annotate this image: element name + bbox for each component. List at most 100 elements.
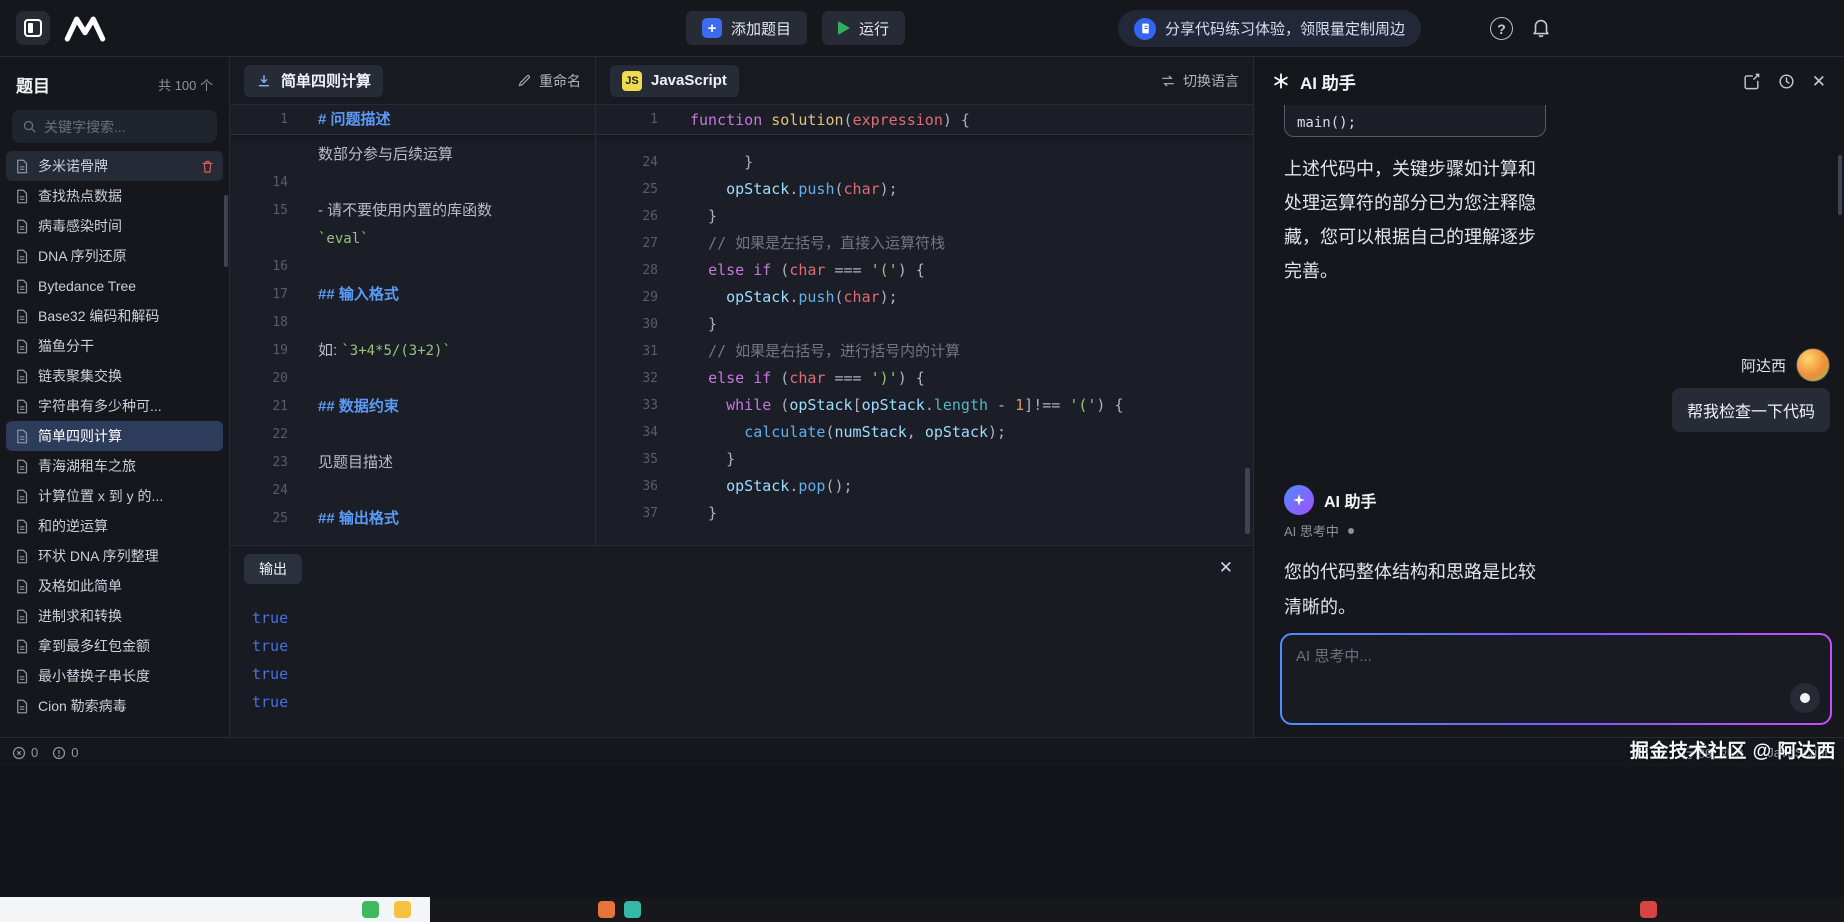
ai-scrollbar[interactable]: [1838, 155, 1842, 215]
sidebar-item-3[interactable]: DNA 序列还原: [6, 241, 223, 271]
editor-line[interactable]: 28 else if (char === '(') {: [596, 257, 1253, 284]
warning-count[interactable]: 0: [52, 745, 78, 760]
editor-line[interactable]: 25## 输出格式: [230, 505, 595, 533]
editor-scrollbar[interactable]: [1245, 468, 1250, 534]
editor-line[interactable]: 1function solution(expression) {: [596, 105, 1253, 135]
sidebar-item-13[interactable]: 环状 DNA 序列整理: [6, 541, 223, 571]
sidebar-item-10[interactable]: 青海湖租车之旅: [6, 451, 223, 481]
line-content: function solution(expression) {: [690, 105, 970, 134]
description-editor[interactable]: 1# 问题描述 数部分参与后续运算1415- 请不要使用内置的库函数`eval`…: [230, 105, 595, 545]
sidebar-item-1[interactable]: 查找热点数据: [6, 181, 223, 211]
marscode-logo[interactable]: [64, 15, 106, 42]
sidebar-item-14[interactable]: 及格如此简单: [6, 571, 223, 601]
rename-button[interactable]: 重命名: [517, 71, 581, 91]
page-background: [0, 767, 1844, 897]
sidebar-item-17[interactable]: 最小替换子串长度: [6, 661, 223, 691]
taskbar-icon[interactable]: [362, 901, 379, 918]
sidebar-item-15[interactable]: 进制求和转换: [6, 601, 223, 631]
problem-label: 及格如此简单: [38, 576, 122, 596]
snippet-code: main();: [1297, 115, 1356, 131]
stop-generating-button[interactable]: [1790, 683, 1820, 713]
close-icon[interactable]: ✕: [1219, 559, 1233, 576]
editor-line[interactable]: 19如: `3+4*5/(3+2)`: [230, 337, 595, 365]
search-box[interactable]: [12, 110, 217, 143]
sidebar-item-18[interactable]: Cion 勒索病毒: [6, 691, 223, 721]
sidebar-item-0[interactable]: 多米诺骨牌: [6, 151, 223, 181]
editor-line[interactable]: 21## 数据约束: [230, 393, 595, 421]
editor-line[interactable]: `eval`: [230, 225, 595, 253]
help-icon[interactable]: ?: [1490, 17, 1513, 40]
editor-line[interactable]: 23见题目描述: [230, 449, 595, 477]
editor-line[interactable]: 24 }: [596, 149, 1253, 176]
code-editor-header: JS JavaScript 切换语言: [596, 57, 1253, 105]
editor-line[interactable]: 14: [230, 169, 595, 197]
editor-line[interactable]: 30 }: [596, 311, 1253, 338]
delete-icon[interactable]: [200, 159, 215, 174]
run-label: 运行: [859, 18, 889, 39]
code-editor[interactable]: 1function solution(expression) { 24 }25 …: [596, 105, 1253, 545]
problem-title-chip[interactable]: 简单四则计算: [244, 65, 383, 97]
sidebar-item-9[interactable]: 简单四则计算: [6, 421, 223, 451]
promo-banner[interactable]: 分享代码练习体验，领限量定制周边: [1118, 10, 1421, 47]
error-count-value: 0: [31, 745, 38, 760]
switch-language-button[interactable]: 切换语言: [1160, 71, 1239, 91]
editor-line[interactable]: 16: [230, 253, 595, 281]
editor-line[interactable]: 35 }: [596, 446, 1253, 473]
sidebar-item-7[interactable]: 链表聚集交换: [6, 361, 223, 391]
sidebar-item-11[interactable]: 计算位置 x 到 y 的...: [6, 481, 223, 511]
editor-line[interactable]: 37 }: [596, 500, 1253, 527]
download-icon: [256, 73, 272, 89]
problem-label: Cion 勒索病毒: [38, 696, 127, 716]
editor-line[interactable]: 33 while (opStack[opStack.length - 1]!==…: [596, 392, 1253, 419]
sidebar-item-8[interactable]: 字符串有多少种可...: [6, 391, 223, 421]
sidebar-item-6[interactable]: 猫鱼分干: [6, 331, 223, 361]
ai-chat-input[interactable]: [1296, 645, 1780, 713]
editor-line[interactable]: 17## 输入格式: [230, 281, 595, 309]
add-problem-button[interactable]: + 添加题目: [686, 11, 807, 45]
close-icon[interactable]: ✕: [1812, 73, 1826, 90]
editor-line[interactable]: 29 opStack.push(char);: [596, 284, 1253, 311]
editor-line[interactable]: 32 else if (char === ')') {: [596, 365, 1253, 392]
editor-line[interactable]: 34 calculate(numStack, opStack);: [596, 419, 1253, 446]
app-logo[interactable]: [16, 11, 50, 45]
error-count[interactable]: 0: [12, 745, 38, 760]
taskbar-icon[interactable]: [1640, 901, 1657, 918]
editor-line[interactable]: 27 // 如果是左括号，直接入运算符栈: [596, 230, 1253, 257]
editor-line[interactable]: 数部分参与后续运算: [230, 141, 595, 169]
editor-line[interactable]: 25 opStack.push(char);: [596, 176, 1253, 203]
sidebar-scrollbar[interactable]: [224, 195, 228, 267]
sidebar-item-4[interactable]: Bytedance Tree: [6, 271, 223, 301]
line-number: 24: [230, 477, 288, 505]
problem-label: 拿到最多红包金额: [38, 636, 150, 656]
output-panel: 输出 ✕ truetruetruetrue: [230, 545, 1253, 737]
language-tab[interactable]: JS JavaScript: [610, 65, 739, 97]
editor-line[interactable]: 36 opStack.pop();: [596, 473, 1253, 500]
editor-line[interactable]: 26 }: [596, 203, 1253, 230]
sidebar-item-5[interactable]: Base32 编码和解码: [6, 301, 223, 331]
editor-line[interactable]: 22: [230, 421, 595, 449]
editor-line[interactable]: 20: [230, 365, 595, 393]
sidebar-item-2[interactable]: 病毒感染时间: [6, 211, 223, 241]
status-bar: 0 0 行 89, 列 8 JavaScript: [0, 737, 1844, 767]
run-button[interactable]: 运行: [822, 11, 905, 45]
warning-icon: [52, 746, 66, 760]
sidebar-item-12[interactable]: 和的逆运算: [6, 511, 223, 541]
editor-line[interactable]: 18: [230, 309, 595, 337]
output-console: truetruetruetrue: [230, 592, 1253, 716]
taskbar-icon[interactable]: [624, 901, 641, 918]
watermark: 掘金技术社区 @ 阿达西: [1630, 739, 1836, 765]
line-content: }: [690, 500, 717, 527]
javascript-icon: JS: [622, 71, 642, 91]
notifications-icon[interactable]: [1530, 16, 1552, 38]
editor-line[interactable]: 1# 问题描述: [230, 105, 595, 135]
taskbar-icon[interactable]: [598, 901, 615, 918]
taskbar-icon[interactable]: [394, 901, 411, 918]
output-tab[interactable]: 输出: [244, 554, 302, 584]
editor-line[interactable]: 15- 请不要使用内置的库函数: [230, 197, 595, 225]
editor-line[interactable]: 24: [230, 477, 595, 505]
new-chat-icon[interactable]: [1742, 72, 1761, 91]
search-input[interactable]: [44, 119, 207, 135]
sidebar-item-16[interactable]: 拿到最多红包金额: [6, 631, 223, 661]
history-icon[interactable]: [1777, 72, 1796, 91]
editor-line[interactable]: 31 // 如果是右括号，进行括号内的计算: [596, 338, 1253, 365]
